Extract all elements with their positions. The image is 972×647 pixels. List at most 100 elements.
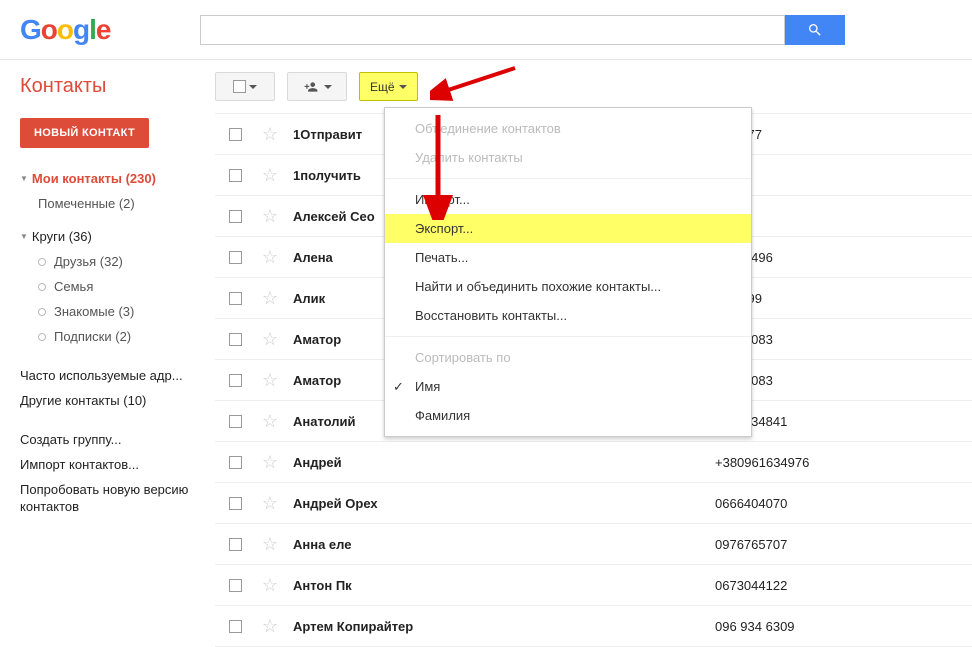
contact-phone: 0976765707 (715, 537, 972, 552)
star-toggle[interactable]: ☆ (255, 165, 285, 186)
star-icon: ☆ (262, 411, 278, 432)
search-bar (200, 15, 845, 45)
bullet-icon (38, 308, 46, 316)
star-toggle[interactable]: ☆ (255, 288, 285, 309)
search-button[interactable] (785, 15, 845, 45)
star-toggle[interactable]: ☆ (255, 370, 285, 391)
new-contact-button[interactable]: НОВЫЙ КОНТАКТ (20, 118, 149, 148)
menu-label: Имя (415, 379, 440, 394)
star-toggle[interactable]: ☆ (255, 411, 285, 432)
star-toggle[interactable]: ☆ (255, 575, 285, 596)
contact-row[interactable]: ☆Андрей Орех0666404070 (215, 483, 972, 524)
menu-item-export[interactable]: Экспорт... (385, 214, 751, 243)
sidebar-item-starred[interactable]: Помеченные (2) (20, 191, 215, 216)
row-checkbox[interactable] (215, 374, 255, 387)
checkbox-icon (229, 333, 242, 346)
contact-phone: 70445496 (715, 250, 972, 265)
row-checkbox[interactable] (215, 210, 255, 223)
select-all-button[interactable] (215, 72, 275, 101)
contact-name: Анна еле (285, 537, 715, 552)
star-toggle[interactable]: ☆ (255, 452, 285, 473)
star-toggle[interactable]: ☆ (255, 534, 285, 555)
toolbar: Контакты Ещё (0, 60, 972, 113)
star-toggle[interactable]: ☆ (255, 124, 285, 145)
row-checkbox[interactable] (215, 579, 255, 592)
menu-item-sort-lastname[interactable]: Фамилия (385, 401, 751, 430)
chevron-down-icon (324, 85, 332, 89)
more-button[interactable]: Ещё (359, 72, 418, 101)
menu-item-sort-firstname[interactable]: ✓ Имя (385, 372, 751, 401)
row-checkbox[interactable] (215, 497, 255, 510)
contact-row[interactable]: ☆Андрей+380961634976 (215, 442, 972, 483)
contact-name: Андрей (285, 455, 715, 470)
menu-group-sort: Сортировать по (385, 343, 751, 372)
star-icon: ☆ (262, 206, 278, 227)
sidebar-item-circle[interactable]: Знакомые (3) (20, 299, 215, 324)
star-toggle[interactable]: ☆ (255, 493, 285, 514)
sidebar-label: Часто используемые адр... (20, 368, 183, 383)
menu-item-find-merge[interactable]: Найти и объединить похожие контакты... (385, 272, 751, 301)
contact-row[interactable]: ☆Анна еле0976765707 (215, 524, 972, 565)
contact-name: Андрей Орех (285, 496, 715, 511)
contact-phone: 82 5877 (715, 127, 972, 142)
sidebar-item-other[interactable]: Другие контакты (10) (20, 388, 215, 413)
sidebar-item-circle[interactable]: Друзья (32) (20, 249, 215, 274)
sidebar-item-circle[interactable]: Подписки (2) (20, 324, 215, 349)
sidebar-item-import[interactable]: Импорт контактов... (20, 452, 215, 477)
sidebar-label: Импорт контактов... (20, 457, 139, 472)
row-checkbox[interactable] (215, 538, 255, 551)
contact-name: Антон Пк (285, 578, 715, 593)
checkbox-icon (229, 292, 242, 305)
star-toggle[interactable]: ☆ (255, 616, 285, 637)
menu-item-merge[interactable]: Объединение контактов (385, 114, 751, 143)
contact-row[interactable]: ☆Артем Копирайтер096 934 6309 (215, 606, 972, 647)
checkbox-icon (229, 579, 242, 592)
row-checkbox[interactable] (215, 251, 255, 264)
contact-phone: 46 8899 (715, 291, 972, 306)
row-checkbox[interactable] (215, 415, 255, 428)
star-icon: ☆ (262, 370, 278, 391)
menu-item-restore[interactable]: Восстановить контакты... (385, 301, 751, 330)
menu-item-print[interactable]: Печать... (385, 243, 751, 272)
menu-separator (385, 336, 751, 337)
star-toggle[interactable]: ☆ (255, 247, 285, 268)
contact-name: Артем Копирайтер (285, 619, 715, 634)
row-checkbox[interactable] (215, 333, 255, 346)
add-to-group-button[interactable] (287, 72, 347, 101)
row-checkbox[interactable] (215, 456, 255, 469)
sidebar-label: Знакомые (3) (54, 304, 134, 319)
contact-phone: 0673044122 (715, 578, 972, 593)
row-checkbox[interactable] (215, 620, 255, 633)
sidebar-item-circle[interactable]: Семья (20, 274, 215, 299)
row-checkbox[interactable] (215, 169, 255, 182)
contact-phone: 096 934 6309 (715, 619, 972, 634)
checkbox-icon (229, 251, 242, 264)
menu-item-delete[interactable]: Удалить контакты (385, 143, 751, 172)
sidebar-item-frequent[interactable]: Часто используемые адр... (20, 363, 215, 388)
sidebar-label: Создать группу... (20, 432, 121, 447)
checkbox-icon (229, 620, 242, 633)
more-button-label: Ещё (370, 80, 395, 94)
app-header: Google (0, 0, 972, 60)
contact-row[interactable]: ☆Антон Пк0673044122 (215, 565, 972, 606)
star-toggle[interactable]: ☆ (255, 206, 285, 227)
search-input[interactable] (200, 15, 785, 45)
menu-item-import[interactable]: Импорт... (385, 185, 751, 214)
sidebar-label: Мои контакты (230) (32, 171, 156, 186)
row-checkbox[interactable] (215, 292, 255, 305)
sidebar-item-create-group[interactable]: Создать группу... (20, 427, 215, 452)
checkbox-icon (229, 456, 242, 469)
more-dropdown-menu: Объединение контактов Удалить контакты И… (384, 107, 752, 437)
contact-phone: 60767083 (715, 373, 972, 388)
sidebar-item-try-new[interactable]: Попробовать новую версию контактов (20, 477, 190, 521)
sidebar-item-my-contacts[interactable]: ▼ Мои контакты (230) (20, 166, 215, 191)
checkbox-icon (233, 80, 246, 93)
sidebar-label: Семья (54, 279, 93, 294)
checkbox-icon (229, 415, 242, 428)
sidebar-item-circles[interactable]: ▼ Круги (36) (20, 224, 215, 249)
star-toggle[interactable]: ☆ (255, 329, 285, 350)
menu-separator (385, 178, 751, 179)
google-logo[interactable]: Google (20, 14, 200, 46)
row-checkbox[interactable] (215, 128, 255, 141)
contact-phone: 31669 (715, 209, 972, 224)
